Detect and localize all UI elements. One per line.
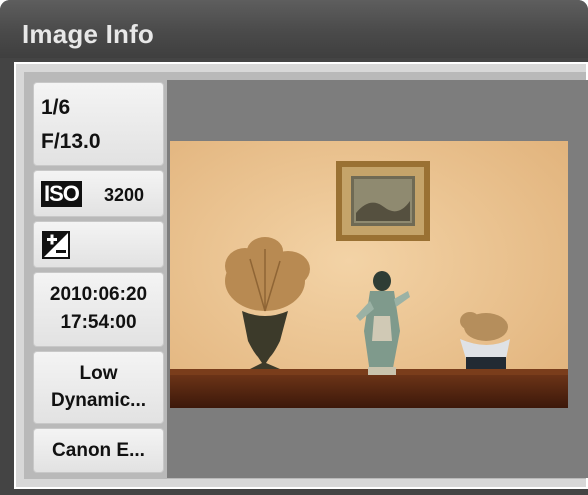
exposure-cell: 1/6 F/13.0 bbox=[33, 82, 164, 166]
capture-date: 2010:06:20 bbox=[49, 284, 148, 305]
aperture-value: F/13.0 bbox=[41, 130, 101, 153]
camera-model-cell: Canon E... bbox=[33, 428, 164, 473]
still-life-photo bbox=[170, 141, 568, 408]
exposure-compensation-icon bbox=[42, 231, 70, 259]
capture-datetime-cell: 2010:06:20 17:54:00 bbox=[33, 272, 164, 347]
exposure-compensation-cell bbox=[33, 221, 164, 268]
iso-icon: ISO bbox=[41, 181, 82, 207]
iso-value: 3200 bbox=[104, 185, 145, 205]
picture-style-line1: Low bbox=[79, 363, 118, 384]
shutter-speed: 1/6 bbox=[41, 96, 71, 119]
picture-style-line2: Dynamic... bbox=[50, 390, 147, 411]
capture-time: 17:54:00 bbox=[60, 312, 137, 333]
camera-model: Canon E... bbox=[52, 440, 145, 461]
image-thumbnail[interactable] bbox=[170, 141, 568, 408]
image-info-panel: Image Info 1/6 F/13.0 ISO 3200 2010:06:2… bbox=[0, 0, 588, 495]
panel-titlebar: Image Info bbox=[0, 0, 588, 58]
iso-cell: ISO 3200 bbox=[33, 170, 164, 217]
picture-style-cell: Low Dynamic... bbox=[33, 351, 164, 424]
panel-title: Image Info bbox=[22, 19, 155, 49]
